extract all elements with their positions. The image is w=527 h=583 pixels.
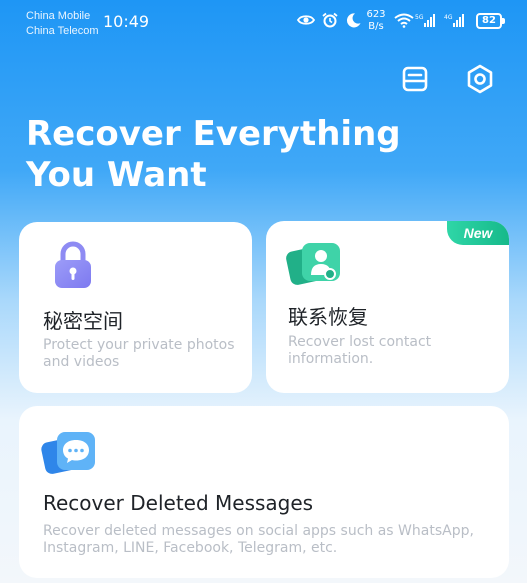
recover-messages-card[interactable]: Recover Deleted Messages Recover deleted… <box>19 406 509 578</box>
history-icon[interactable] <box>400 64 430 94</box>
contact-card-icon <box>286 243 340 285</box>
page-title: Recover Everything You Want <box>26 114 426 196</box>
private-vault-description: Protect your private photos and videos <box>43 337 235 370</box>
recover-messages-description: Recover deleted messages on social apps … <box>43 523 474 556</box>
network-speed-unit: B/s <box>368 21 384 32</box>
network-speed: 623 B/s <box>365 9 387 33</box>
network-speed-value: 623 <box>366 9 386 20</box>
contact-recovery-description: Recover lost contact information. <box>288 334 432 367</box>
signal-5g-icon: 5G <box>415 14 435 27</box>
recover-messages-title: Recover Deleted Messages <box>43 491 314 515</box>
alarm-icon <box>322 12 338 28</box>
chat-bubble-icon <box>41 432 95 474</box>
svg-text:4G: 4G <box>444 14 453 21</box>
private-vault-title: 秘密空间 <box>43 309 123 333</box>
eye-icon <box>297 15 315 25</box>
contact-recovery-title: 联系恢复 <box>288 305 368 329</box>
new-badge: New <box>447 221 509 245</box>
carrier-label-secondary: China Telecom <box>26 25 99 37</box>
svg-text:5G: 5G <box>415 14 424 21</box>
battery-indicator: 82 <box>476 13 505 29</box>
moon-icon <box>346 13 361 28</box>
page-title-line-1: Recover Everything <box>26 114 401 154</box>
clock: 10:49 <box>103 12 150 31</box>
wifi-icon <box>394 13 414 28</box>
signal-4g-icon: 4G <box>444 14 464 27</box>
status-bar: China Mobile China Telecom 10:49 623 B/s… <box>0 0 527 40</box>
private-vault-card[interactable]: 秘密空间 Protect your private photos and vid… <box>19 222 252 393</box>
carrier-label-primary: China Mobile <box>26 10 91 22</box>
contact-recovery-card[interactable]: New 联系恢复 Recover lost contact informatio… <box>266 221 509 393</box>
page-title-line-2: You Want <box>26 155 207 195</box>
lock-icon <box>55 241 91 288</box>
settings-icon[interactable] <box>465 64 495 94</box>
